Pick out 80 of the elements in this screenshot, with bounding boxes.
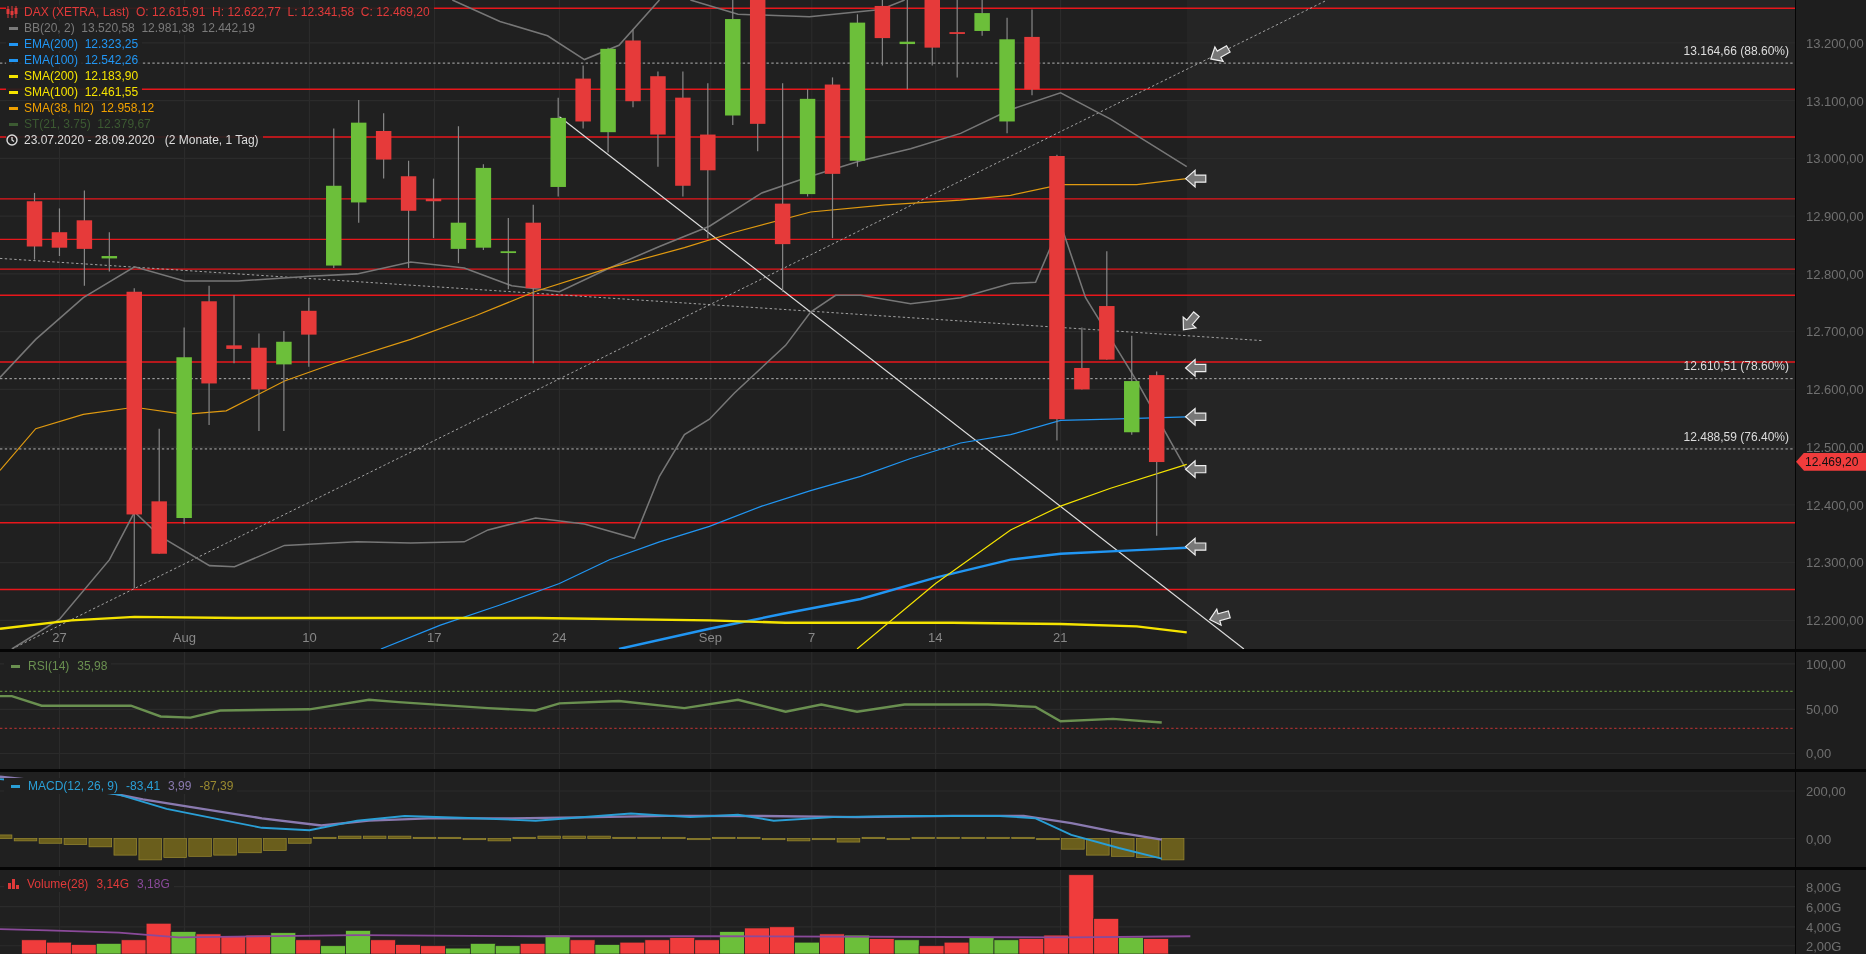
candlestick — [425, 178, 442, 239]
axis-label: 12.900,00 — [1806, 208, 1864, 224]
indicator-label: EMA(200) 12.323,25 — [24, 37, 139, 51]
indicator-label: ST(21, 3.75) 12.379,67 — [24, 117, 151, 131]
indicator-value: 3,18G — [137, 877, 170, 891]
arrow-icon — [1184, 459, 1207, 479]
axis-label: 13.100,00 — [1806, 93, 1864, 109]
date-label: 24 — [552, 630, 567, 645]
indicator-label: BB(20, 2) 13.520,58 12.981,38 12.442,19 — [24, 21, 255, 35]
arrow-icon — [1210, 44, 1231, 63]
axis-label: 13.200,00 — [1806, 35, 1864, 51]
indicator-label: Volume(28) — [27, 877, 89, 891]
axis-label: 12.200,00 — [1806, 612, 1864, 628]
indicator-label: EMA(100) 12.542,26 — [24, 53, 139, 67]
clock-icon — [6, 134, 18, 146]
fibonacci-label: 12.610,51 (78.60%) — [1683, 359, 1789, 374]
indicator-label: SMA(100) 12.461,55 — [24, 85, 139, 99]
candlestick — [974, 0, 990, 37]
histogram-bar — [163, 838, 187, 858]
date-label: 27 — [52, 630, 67, 645]
candlestick — [375, 112, 392, 180]
histogram-bar — [238, 838, 262, 854]
axis-label: 8,00G — [1806, 879, 1842, 895]
candlestick — [226, 294, 242, 364]
fibonacci-label: 13.164,66 (88.60%) — [1683, 44, 1789, 59]
arrow-icon — [1208, 607, 1231, 627]
axis-label: 12.800,00 — [1806, 266, 1864, 282]
fibonacci-label: 12.488,59 (76.40%) — [1683, 429, 1789, 444]
price-tag: 12.469,20 — [1796, 452, 1866, 471]
candlestick — [101, 231, 118, 273]
axis-label: 4,00G — [1806, 919, 1842, 935]
axis-label: 12.400,00 — [1806, 497, 1864, 513]
histogram-bar — [1160, 838, 1185, 861]
histogram-bar — [188, 838, 212, 857]
candlestick — [51, 207, 68, 257]
bar-chart-icon — [8, 879, 19, 889]
date-label: 21 — [1053, 630, 1068, 645]
indicator-label: MACD(12, 26, 9) — [28, 779, 119, 793]
candlestick — [301, 297, 317, 368]
arrow-icon — [1184, 536, 1207, 557]
axis-label: 12.500,00 — [1806, 439, 1864, 455]
axis-label: 13.000,00 — [1806, 150, 1864, 166]
axis-label: 12.300,00 — [1806, 554, 1864, 570]
arrow-icon — [1184, 358, 1207, 378]
candlestick — [1074, 326, 1090, 390]
indicator-value: -87,39 — [199, 779, 234, 793]
candlestick — [575, 64, 591, 130]
axis-label: 12.600,00 — [1806, 381, 1864, 397]
axis-label: 0,00 — [1806, 831, 1832, 847]
axis-label: 12.700,00 — [1806, 323, 1864, 339]
arrow-icon — [1182, 311, 1200, 331]
date-label: 14 — [928, 630, 943, 645]
indicator-value: 3,99 — [168, 779, 192, 793]
indicator-value: 35,98 — [77, 659, 108, 673]
date-label: 7 — [807, 630, 816, 645]
candlestick — [26, 192, 43, 261]
indicator-value: 3,14G — [96, 877, 130, 891]
candlestick — [874, 0, 891, 67]
indicator-label: SMA(200) 12.183,90 — [24, 69, 139, 83]
indicator-value: -83,41 — [126, 779, 161, 793]
axis-label: 2,00G — [1806, 938, 1842, 954]
date-range: 23.07.2020 - 28.09.2020 (2 Monate, 1 Tag) — [24, 133, 259, 147]
candlestick — [924, 0, 940, 67]
indicator-label: SMA(38, hl2) 12.958,12 — [24, 101, 155, 115]
date-label: 17 — [427, 630, 442, 645]
arrow-icon — [1184, 168, 1207, 189]
histogram-bar — [138, 838, 162, 861]
indicator-label: RSI(14) — [28, 659, 70, 673]
date-label: Sep — [698, 630, 722, 645]
histogram-bar — [213, 838, 237, 856]
instrument-title: DAX (XETRA, Last) O: 12.615,91 H: 12.622,77 L: 12.341,58 C: 12.469,20 — [24, 5, 430, 19]
date-label: Aug — [172, 630, 196, 645]
candlestick-icon — [6, 6, 18, 18]
axis-label: 0,00 — [1806, 745, 1832, 761]
axis-label: 50,00 — [1806, 701, 1839, 717]
axis-label: 6,00G — [1806, 899, 1842, 915]
axis-label: 100,00 — [1806, 656, 1846, 672]
arrow-icon — [1184, 407, 1207, 427]
date-label: 10 — [302, 630, 317, 645]
axis-label: 200,00 — [1806, 783, 1846, 799]
